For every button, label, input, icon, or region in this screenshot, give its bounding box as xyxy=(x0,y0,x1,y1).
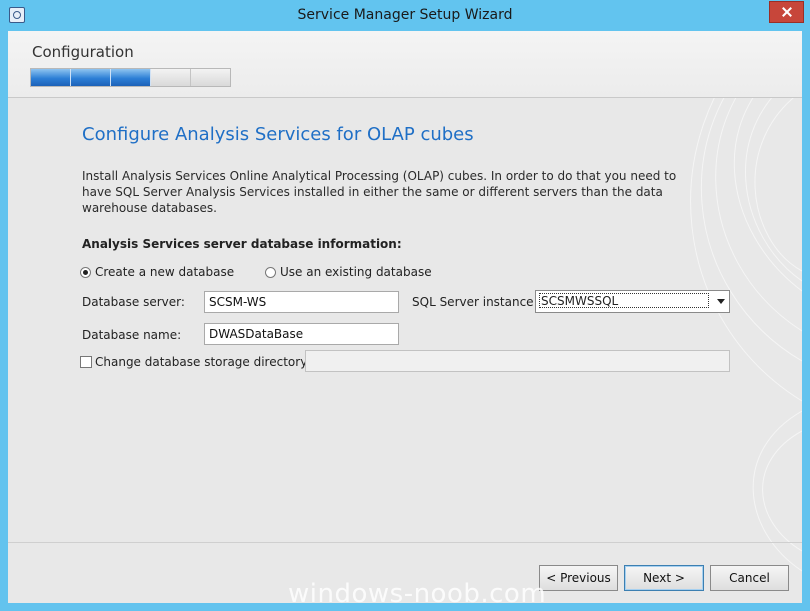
wizard-progress-bar xyxy=(30,68,231,87)
radio-selected-indicator[interactable] xyxy=(80,266,91,278)
footer-divider xyxy=(8,542,802,543)
page-heading: Configure Analysis Services for OLAP cub… xyxy=(82,124,474,145)
use-existing-database-radio[interactable]: Use an existing database xyxy=(265,265,432,279)
radio-unselected-indicator[interactable] xyxy=(265,266,276,278)
progress-segment xyxy=(191,69,230,86)
title-bar[interactable]: Service Manager Setup Wizard xyxy=(0,0,810,31)
header-band: Configuration xyxy=(8,31,802,98)
change-storage-directory-label: Change database storage directory: xyxy=(95,355,311,369)
section-title: Analysis Services server database inform… xyxy=(82,237,402,251)
window-title: Service Manager Setup Wizard xyxy=(297,7,513,23)
progress-segment xyxy=(31,69,71,86)
progress-segment xyxy=(151,69,191,86)
progress-segment xyxy=(71,69,111,86)
sql-server-instance-label: SQL Server instance: xyxy=(412,295,538,309)
sql-server-instance-value: SCSMWSSQL xyxy=(539,293,709,308)
previous-button[interactable]: < Previous xyxy=(539,565,618,591)
storage-directory-input[interactable] xyxy=(305,350,730,372)
cancel-button[interactable]: Cancel xyxy=(710,565,789,591)
watermark-text: windows-noob.com xyxy=(288,579,547,603)
background-swirl-decoration xyxy=(690,31,802,572)
sql-server-instance-dropdown[interactable]: SCSMWSSQL xyxy=(535,290,730,313)
page-description: Install Analysis Services Online Analyti… xyxy=(82,169,677,215)
create-new-database-radio[interactable]: Create a new database xyxy=(80,265,234,279)
database-server-input[interactable] xyxy=(204,291,399,313)
next-button[interactable]: Next > xyxy=(624,565,704,591)
database-name-label: Database name: xyxy=(82,328,182,342)
use-existing-database-label: Use an existing database xyxy=(280,265,432,279)
database-name-input[interactable] xyxy=(204,323,399,345)
dropdown-arrow-icon[interactable] xyxy=(717,299,725,304)
progress-segment xyxy=(111,69,151,86)
create-new-database-label: Create a new database xyxy=(95,265,235,279)
wizard-window: Service Manager Setup Wizard Configurati… xyxy=(0,0,810,611)
database-server-label: Database server: xyxy=(82,295,185,309)
wizard-body: Configuration Configure Analysis Service… xyxy=(8,31,802,603)
close-button[interactable] xyxy=(769,1,804,23)
change-storage-directory-checkbox[interactable] xyxy=(80,356,92,368)
stage-title: Configuration xyxy=(32,43,134,61)
